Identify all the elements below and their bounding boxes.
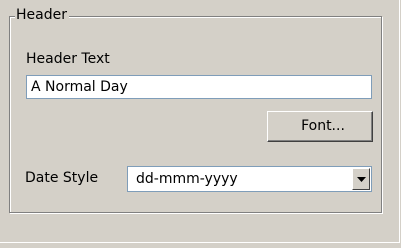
- chevron-down-icon: [357, 177, 366, 182]
- group-title: Header: [15, 6, 69, 24]
- date-style-label: Date Style: [25, 170, 99, 186]
- date-style-dropdown-button[interactable]: [352, 168, 370, 190]
- date-style-select[interactable]: dd-mmm-yyyy: [127, 166, 372, 192]
- font-button[interactable]: Font...: [267, 111, 373, 142]
- header-text-input[interactable]: A Normal Day: [26, 75, 372, 99]
- header-text-label: Header Text: [26, 51, 110, 67]
- date-style-value: dd-mmm-yyyy: [136, 171, 238, 187]
- header-settings-panel: Header Header Text A Normal Day Font... …: [0, 0, 400, 243]
